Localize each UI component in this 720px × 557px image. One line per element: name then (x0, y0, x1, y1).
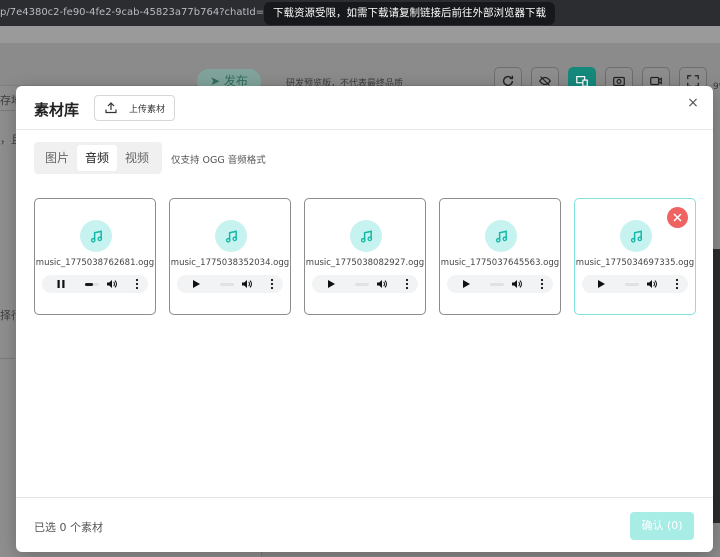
remove-button[interactable] (667, 207, 688, 228)
music-note-icon (350, 220, 382, 252)
play-icon[interactable] (461, 279, 471, 289)
play-icon[interactable] (596, 279, 606, 289)
background-right-text: 9% (713, 82, 720, 92)
audio-player[interactable] (582, 275, 688, 293)
audio-file-name: music_1775038762681.ogg (35, 258, 155, 268)
music-note-icon (485, 220, 517, 252)
background-strip (0, 26, 720, 43)
music-note-icon (215, 220, 247, 252)
more-options-icon[interactable] (540, 278, 544, 290)
audio-player[interactable] (177, 275, 283, 293)
tab-images[interactable]: 图片 (37, 145, 77, 171)
media-type-tabs: 图片 音频 视频 (34, 142, 162, 174)
audio-file-name: music_1775038352034.ogg (170, 258, 290, 268)
audio-player[interactable] (447, 275, 553, 293)
volume-icon[interactable] (241, 278, 253, 290)
audio-file-name: music_1775034697335.ogg (575, 258, 695, 268)
tab-video[interactable]: 视频 (117, 145, 157, 171)
url-text[interactable]: p/7e4380c2-fe90-4fe2-9cab-45823a77b764?c… (0, 7, 296, 18)
audio-progress[interactable] (490, 283, 504, 286)
audio-card[interactable]: music_1775037645563.ogg (439, 198, 561, 315)
side-divider (0, 110, 15, 111)
upload-label: 上传素材 (129, 104, 166, 115)
audio-progress[interactable] (220, 283, 234, 286)
modal-header: 素材库 上传素材 × (16, 86, 713, 130)
browser-bar: p/7e4380c2-fe90-4fe2-9cab-45823a77b764?c… (0, 0, 720, 26)
format-hint: 仅支持 OGG 音频格式 (171, 155, 266, 166)
more-options-icon[interactable] (675, 278, 679, 290)
more-options-icon[interactable] (135, 278, 139, 290)
audio-card[interactable]: music_1775038352034.ogg (169, 198, 291, 315)
more-options-icon[interactable] (270, 278, 274, 290)
volume-icon[interactable] (376, 278, 388, 290)
audio-file-name: music_1775037645563.ogg (440, 258, 560, 268)
audio-grid: music_1775038762681.ogg music_17750383520… (34, 198, 696, 316)
audio-card[interactable]: music_1775038762681.ogg (34, 198, 156, 315)
audio-progress-fill (85, 283, 93, 286)
side-divider (0, 358, 15, 359)
background-dark-edge (713, 249, 720, 523)
volume-icon[interactable] (646, 278, 658, 290)
modal-title: 素材库 (34, 101, 80, 119)
audio-player[interactable] (312, 275, 418, 293)
close-icon[interactable]: × (687, 96, 699, 110)
upload-material-button[interactable]: 上传素材 (94, 95, 175, 121)
play-icon[interactable] (326, 279, 336, 289)
close-icon (673, 213, 682, 222)
audio-card[interactable]: music_1775038082927.ogg (304, 198, 426, 315)
more-options-icon[interactable] (405, 278, 409, 290)
confirm-button[interactable]: 确认 (0) (630, 512, 694, 540)
volume-icon[interactable] (106, 278, 118, 290)
play-icon[interactable] (191, 279, 201, 289)
download-restricted-toast: 下载资源受限，如需下载请复制链接后前往外部浏览器下载 (264, 2, 555, 25)
music-note-icon (620, 220, 652, 252)
music-note-icon (80, 220, 112, 252)
audio-progress[interactable] (355, 283, 369, 286)
background-toolbar: ➤ 发布 研发预览版，不代表最终品质 9% (0, 43, 720, 95)
selected-count: 已选 0 个素材 (34, 521, 103, 534)
modal-footer: 已选 0 个素材 确认 (0) (16, 497, 713, 552)
pause-icon[interactable] (56, 279, 66, 289)
audio-file-name: music_1775038082927.ogg (305, 258, 425, 268)
volume-icon[interactable] (511, 278, 523, 290)
material-library-modal: 素材库 上传素材 × 图片 音频 视频 仅支持 OGG 音频格式 music_1… (16, 86, 713, 552)
audio-player[interactable] (42, 275, 148, 293)
audio-progress[interactable] (85, 283, 99, 286)
upload-icon (105, 102, 117, 114)
audio-progress[interactable] (625, 283, 639, 286)
tab-audio[interactable]: 音频 (77, 145, 118, 171)
audio-card[interactable]: music_1775034697335.ogg (574, 198, 696, 315)
